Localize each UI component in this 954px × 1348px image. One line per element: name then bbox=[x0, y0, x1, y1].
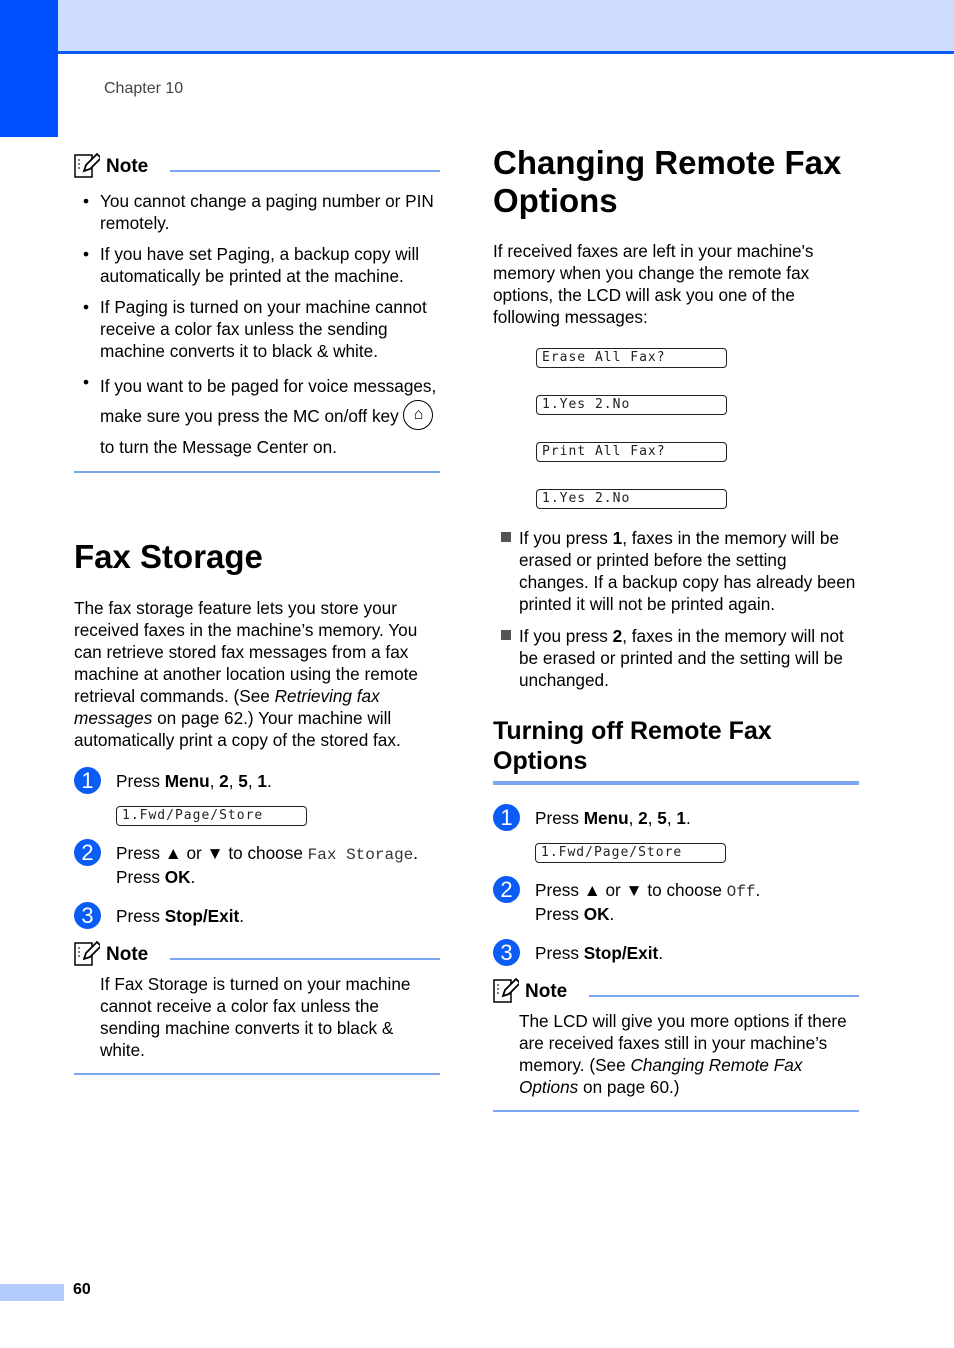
chapter-tab bbox=[0, 0, 58, 137]
section-title-fax-storage: Fax Storage bbox=[74, 538, 263, 575]
note-pencil-icon bbox=[493, 977, 519, 1003]
step-number-icon: 2 bbox=[74, 839, 101, 866]
square-bullet-icon bbox=[501, 630, 511, 640]
square-bullet-icon bbox=[501, 532, 511, 542]
lcd-display: 1.Yes 2.No bbox=[536, 395, 727, 415]
step-3: 3 Press Stop/Exit. bbox=[74, 902, 454, 929]
list-item: • If Paging is turned on your machine can… bbox=[83, 297, 427, 361]
note-pencil-icon bbox=[74, 152, 100, 178]
list-item: • You cannot change a paging number or PI… bbox=[83, 191, 434, 233]
list-item: • If you have set Paging, a backup copy w… bbox=[83, 244, 420, 286]
changing-intro: If received faxes are left in your machi… bbox=[493, 241, 814, 327]
step-2: 2 Press ▲ or ▼ to choose Off. Press OK. bbox=[493, 876, 873, 925]
page-number-bar bbox=[0, 1284, 64, 1301]
note-rule bbox=[170, 958, 440, 960]
note-title: Note bbox=[106, 944, 149, 965]
note-rule bbox=[170, 170, 440, 172]
lcd-message-list: Erase All Fax? 1.Yes 2.No Print All Fax?… bbox=[536, 348, 727, 509]
lcd-display: 1.Fwd/Page/Store bbox=[116, 806, 307, 826]
note-rule bbox=[589, 995, 859, 997]
fax-storage-intro: The fax storage feature lets you store y… bbox=[74, 598, 418, 750]
note-end-rule bbox=[493, 1110, 859, 1112]
turning-off-steps: 1 Press Menu, 2, 5, 1. 1.Fwd/Page/Store … bbox=[493, 804, 873, 966]
fax-storage-steps: 1 Press Menu, 2, 5, 1. 1.Fwd/Page/Store … bbox=[74, 767, 454, 929]
note-header: Note bbox=[74, 940, 440, 966]
list-item: If you press 2, faxes in the memory will… bbox=[493, 625, 861, 691]
step-number-icon: 3 bbox=[74, 902, 101, 929]
heading-rule bbox=[493, 781, 859, 785]
step-number-icon: 1 bbox=[493, 804, 520, 831]
lcd-display: 1.Yes 2.No bbox=[536, 489, 727, 509]
changing-bullets: If you press 1, faxes in the memory will… bbox=[493, 527, 861, 691]
note-title: Note bbox=[525, 981, 568, 1002]
note-box-1: Note • You cannot change a paging number … bbox=[74, 152, 440, 474]
note-text: The LCD will give you more options if th… bbox=[519, 1011, 847, 1097]
list-item: • If you want to be paged for voice messa… bbox=[83, 372, 437, 458]
note-header: Note bbox=[493, 977, 859, 1003]
step-2: 2 Press ▲ or ▼ to choose Fax Storage. Pr… bbox=[74, 839, 454, 888]
note-bullet-list: • You cannot change a paging number or PI… bbox=[74, 190, 440, 462]
subsection-title: Turning off Remote Fax Options bbox=[493, 717, 772, 775]
subsection-turning-off: Turning off Remote Fax Options bbox=[493, 716, 859, 785]
note-end-rule bbox=[74, 471, 440, 474]
mc-onoff-key-icon: ⌂ bbox=[403, 400, 434, 431]
note-box-2: Note If Fax Storage is turned on your ma… bbox=[74, 940, 440, 1075]
note-box-3: Note The LCD will give you more options … bbox=[493, 977, 859, 1112]
step-number-icon: 3 bbox=[493, 939, 520, 966]
step-number-icon: 1 bbox=[74, 767, 101, 794]
note-text: If Fax Storage is turned on your machine… bbox=[100, 974, 411, 1060]
step-number-icon: 2 bbox=[493, 876, 520, 903]
lcd-display: Print All Fax? bbox=[536, 442, 727, 462]
header-band bbox=[58, 0, 954, 54]
step-1: 1 Press Menu, 2, 5, 1. 1.Fwd/Page/Store bbox=[493, 804, 873, 863]
note-title: Note bbox=[106, 156, 149, 177]
step-3: 3 Press Stop/Exit. bbox=[493, 939, 873, 966]
note-header: Note bbox=[74, 152, 440, 178]
step-1: 1 Press Menu, 2, 5, 1. 1.Fwd/Page/Store bbox=[74, 767, 454, 826]
chapter-label: Chapter 10 bbox=[104, 80, 184, 97]
lcd-display: 1.Fwd/Page/Store bbox=[535, 843, 726, 863]
list-item: If you press 1, faxes in the memory will… bbox=[493, 527, 861, 615]
note-end-rule bbox=[74, 1073, 440, 1075]
lcd-display: Erase All Fax? bbox=[536, 348, 727, 368]
page-number: 60 bbox=[73, 1281, 91, 1298]
note-pencil-icon bbox=[74, 940, 100, 966]
section-title-changing-remote: Changing Remote Fax Options bbox=[493, 144, 842, 219]
